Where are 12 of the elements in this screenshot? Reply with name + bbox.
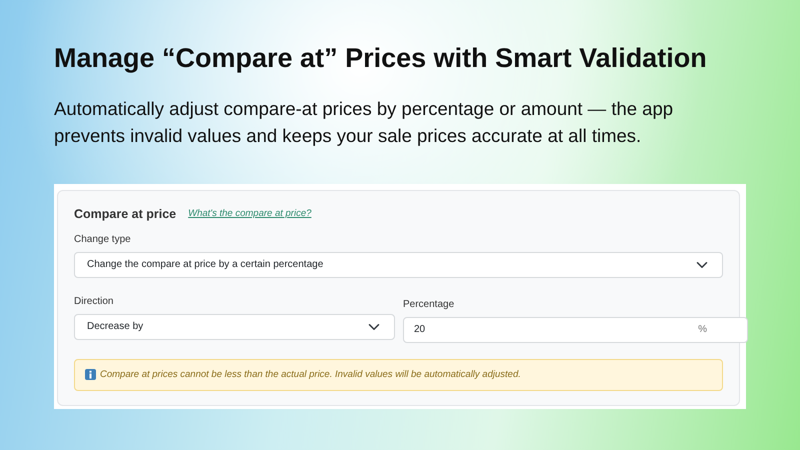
info-icon bbox=[85, 369, 96, 380]
help-link[interactable]: What's the compare at price? bbox=[188, 207, 312, 222]
field-label: Percentage bbox=[403, 298, 456, 312]
change-type-select[interactable]: Change the compare at price by a certain percentage bbox=[74, 252, 723, 278]
field-label: Change type bbox=[74, 232, 132, 247]
direction-select[interactable]: Decrease by bbox=[74, 314, 395, 340]
field-label: Direction bbox=[74, 294, 114, 309]
notice-text: Compare at prices cannot be less than the actual price. Invalid values will be automatically adjusted. bbox=[100, 368, 521, 382]
description: Automatically adjust compare-at prices by percentage or amount — the app prevents invalid values and keeps your sale prices accurate at all times. bbox=[54, 97, 674, 148]
percentage-field[interactable]: 20 % bbox=[403, 316, 748, 343]
headline: Manage “Compare at” Prices with Smart Validation bbox=[54, 42, 708, 74]
panel-title: Compare at price bbox=[74, 206, 176, 224]
